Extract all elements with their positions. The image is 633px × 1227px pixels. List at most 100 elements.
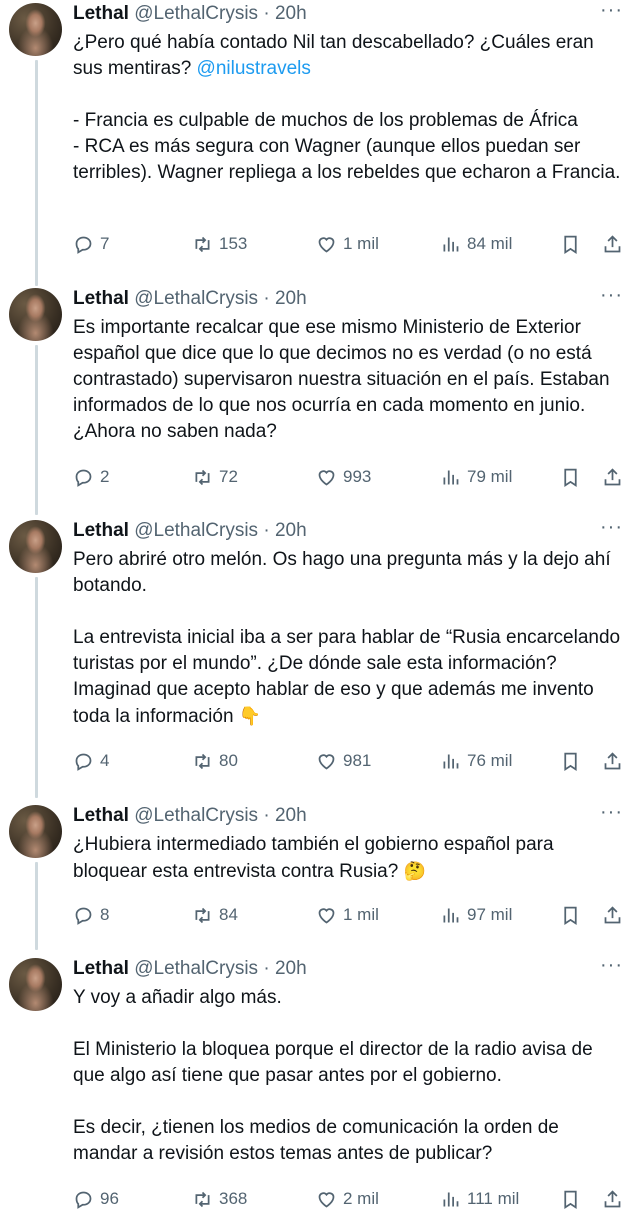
tweet-text-line: Es importante recalcar que ese mismo Min…	[73, 317, 610, 442]
views-count: 97 mil	[467, 905, 513, 924]
tweet-actions: 8 84 1 mil 97 mil	[73, 903, 623, 927]
author-name[interactable]: Lethal	[73, 3, 129, 24]
retweet-icon	[195, 907, 210, 923]
retweet-button[interactable]: 80	[192, 749, 238, 773]
share-button[interactable]	[602, 232, 629, 256]
bookmark-button[interactable]	[560, 1187, 587, 1211]
author-handle[interactable]: @LethalCrysis	[134, 288, 258, 309]
retweet-button[interactable]: 84	[192, 903, 238, 927]
like-button[interactable]: 981	[316, 749, 371, 773]
views-button[interactable]: 97 mil	[440, 903, 512, 927]
tweet-text-line: Pero abriré otro melón. Os hago una preg…	[73, 549, 611, 596]
tweet-time[interactable]: · 20h	[263, 288, 306, 309]
views-icon	[443, 908, 459, 922]
more-icon[interactable]: ···	[600, 285, 622, 308]
author-name[interactable]: Lethal	[73, 288, 129, 309]
heart-icon	[318, 753, 335, 770]
tweet-text-line: Y voy a añadir algo más.	[73, 987, 282, 1008]
like-button[interactable]: 2 mil	[316, 1187, 379, 1211]
retweet-count: 72	[219, 467, 238, 486]
tweet-actions: 4 80 981 76 mil	[73, 749, 623, 773]
reply-count: 2	[100, 467, 110, 486]
reply-button[interactable]: 7	[73, 232, 109, 256]
reply-icon	[75, 236, 92, 254]
retweet-icon	[195, 753, 210, 769]
like-count: 1 mil	[343, 234, 379, 253]
retweet-icon	[195, 1191, 210, 1207]
reply-button[interactable]: 8	[73, 903, 109, 927]
share-icon	[604, 234, 621, 252]
avatar[interactable]	[9, 805, 62, 858]
author-name[interactable]: Lethal	[73, 520, 129, 541]
like-button[interactable]: 1 mil	[316, 232, 379, 256]
more-icon[interactable]: ···	[600, 0, 622, 23]
like-count: 1 mil	[343, 905, 379, 924]
reply-button[interactable]: 4	[73, 749, 109, 773]
share-icon	[604, 467, 621, 485]
bookmark-button[interactable]	[560, 232, 587, 256]
more-icon[interactable]: ···	[600, 517, 622, 540]
retweet-count: 80	[219, 751, 238, 770]
reply-button[interactable]: 2	[73, 465, 109, 489]
tweet-actions: 2 72 993 79 mil	[73, 465, 623, 489]
avatar[interactable]	[9, 520, 62, 573]
avatar[interactable]	[9, 958, 62, 1011]
like-count: 981	[343, 751, 372, 770]
tweet-actions: 96 368 2 mil 111 mil	[73, 1187, 623, 1211]
author-name[interactable]: Lethal	[73, 805, 129, 826]
bookmark-button[interactable]	[560, 749, 587, 773]
thread-line	[35, 60, 38, 286]
views-button[interactable]: 79 mil	[440, 465, 512, 489]
author-handle[interactable]: @LethalCrysis	[134, 520, 258, 541]
bookmark-button[interactable]	[560, 903, 587, 927]
author-handle[interactable]: @LethalCrysis	[134, 3, 258, 24]
author-handle[interactable]: @LethalCrysis	[134, 958, 258, 979]
like-button[interactable]: 993	[316, 465, 371, 489]
tweet-text-line: Es decir, ¿tienen los medios de comunica…	[73, 1117, 559, 1164]
bookmark-button[interactable]	[560, 465, 587, 489]
reply-button[interactable]: 96	[73, 1187, 119, 1211]
views-button[interactable]: 76 mil	[440, 749, 512, 773]
tweet-time[interactable]: · 20h	[263, 3, 306, 24]
more-icon[interactable]: ···	[600, 802, 622, 825]
tweet-text: Es importante recalcar que ese mismo Min…	[73, 315, 623, 445]
tweet-time[interactable]: · 20h	[263, 805, 306, 826]
share-button[interactable]	[602, 465, 629, 489]
tweet-header: Lethal @LethalCrysis · 20h	[73, 957, 307, 981]
share-button[interactable]	[602, 1187, 629, 1211]
avatar[interactable]	[9, 288, 62, 341]
mention-link[interactable]: @nilustravels	[197, 58, 311, 79]
share-icon	[604, 1189, 621, 1207]
views-icon	[443, 237, 459, 251]
retweet-button[interactable]: 72	[192, 465, 238, 489]
views-button[interactable]: 84 mil	[440, 232, 512, 256]
tweet-header: Lethal @LethalCrysis · 20h	[73, 804, 307, 828]
tweet-text-line: - Francia es culpable de muchos de los p…	[73, 110, 621, 183]
author-name[interactable]: Lethal	[73, 958, 129, 979]
retweet-button[interactable]: 368	[192, 1187, 247, 1211]
tweet-text-line: ¿Hubiera intermediado también el gobiern…	[73, 834, 554, 882]
share-button[interactable]	[602, 749, 629, 773]
retweet-count: 84	[219, 905, 238, 924]
reply-count: 7	[100, 234, 110, 253]
thinking-emoji-icon: 🤔	[403, 861, 427, 881]
more-icon[interactable]: ···	[600, 955, 622, 978]
tweet-time[interactable]: · 20h	[263, 958, 306, 979]
tweet-text-line: ¿Pero qué había contado Nil tan descabel…	[73, 32, 594, 79]
pointing-down-emoji-icon: 👇	[238, 706, 262, 726]
retweet-button[interactable]: 153	[192, 232, 247, 256]
avatar[interactable]	[9, 3, 62, 56]
tweet-time[interactable]: · 20h	[263, 520, 306, 541]
reply-count: 4	[100, 751, 110, 770]
retweet-icon	[195, 236, 210, 252]
share-button[interactable]	[602, 903, 629, 927]
views-icon	[443, 470, 459, 484]
like-button[interactable]: 1 mil	[316, 903, 379, 927]
tweet-text: ¿Hubiera intermediado también el gobiern…	[73, 832, 623, 885]
views-button[interactable]: 111 mil	[440, 1187, 519, 1211]
author-handle[interactable]: @LethalCrysis	[134, 805, 258, 826]
tweet-text-line: El Ministerio la bloquea porque el direc…	[73, 1039, 593, 1086]
retweet-count: 153	[219, 234, 248, 253]
tweet-text-line: La entrevista inicial iba a ser para hab…	[73, 627, 621, 727]
bookmark-icon	[564, 1190, 577, 1209]
